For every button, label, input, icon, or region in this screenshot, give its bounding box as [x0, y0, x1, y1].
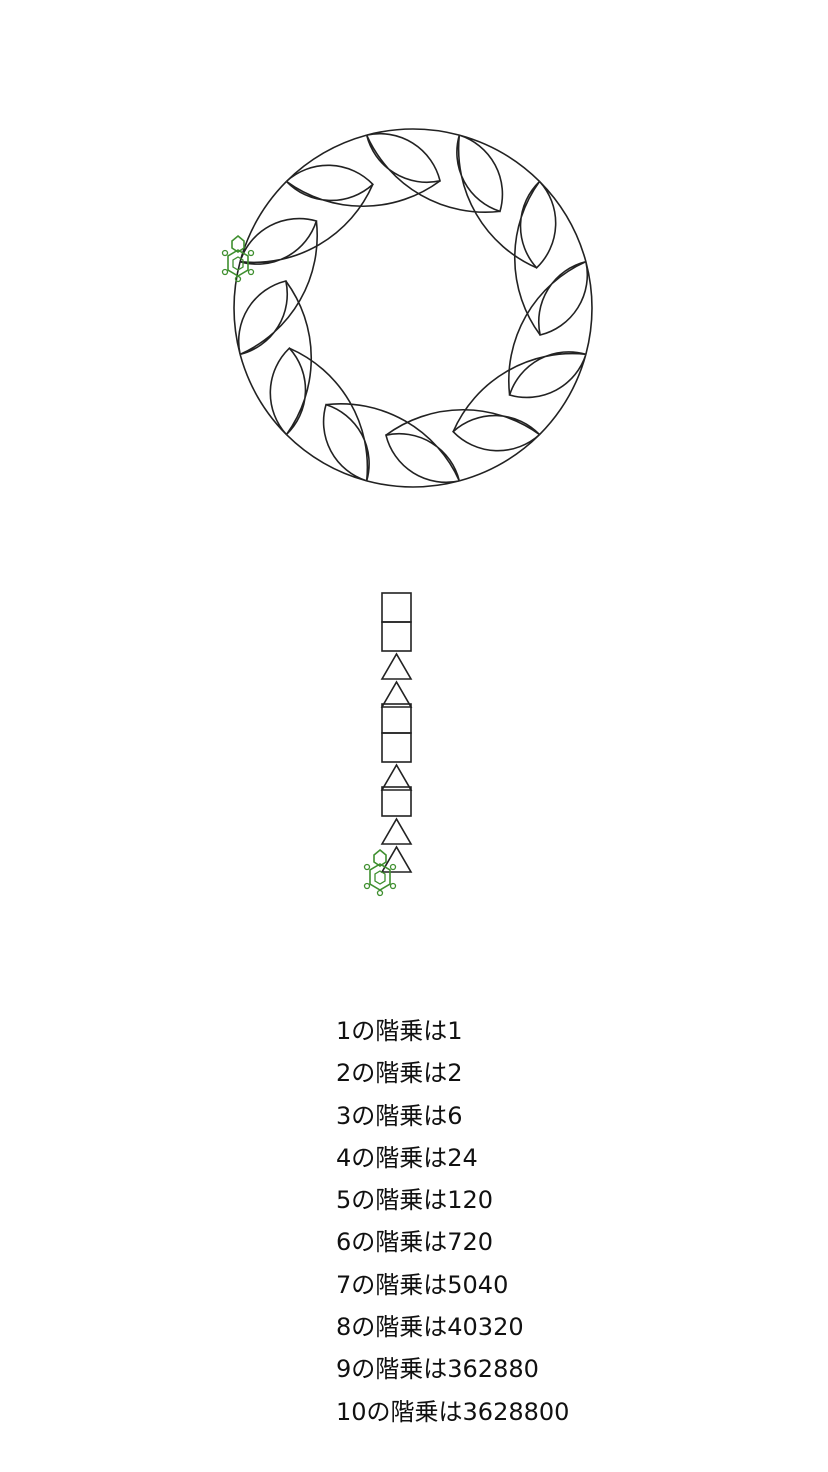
output-line: 9の階乗は362880	[336, 1355, 539, 1384]
triangle-shape	[380, 817, 413, 845]
square-shape	[381, 786, 412, 817]
output-line: 3の階乗は6	[336, 1101, 463, 1130]
output-line: 1の階乗は1	[336, 1017, 463, 1045]
square-shape	[381, 621, 412, 652]
turtle-leg	[247, 249, 255, 257]
turtle-leg	[389, 863, 397, 871]
turtle-leg	[389, 882, 397, 890]
output-line: 6の階乗は720	[336, 1228, 494, 1257]
output-line: 8の階乗は40320	[336, 1313, 524, 1342]
square-shape	[381, 703, 412, 734]
turtle-canvas	[221, 128, 593, 897]
square-shape	[381, 732, 412, 763]
turtle-leg	[376, 889, 384, 897]
turtle-leg	[247, 268, 255, 276]
turtle-leg	[221, 268, 229, 276]
console-output: 1の階乗は1 2の階乗は2 3の階乗は6 4の階乗は24 5の階乗は120 6の…	[336, 1010, 569, 1433]
turtle-shell	[369, 863, 391, 891]
output-line: 10の階乗は3628800	[336, 1397, 570, 1426]
output-line: 2の階乗は2	[336, 1059, 463, 1088]
output-line: 7の階乗は5040	[336, 1270, 509, 1299]
shape-column-drawing	[380, 592, 413, 873]
turtle-leg	[363, 882, 371, 890]
turtle-leg	[221, 249, 229, 257]
petal-ring-drawing	[233, 128, 593, 488]
triangle-shape	[380, 652, 413, 680]
output-line: 4の階乗は24	[336, 1143, 478, 1172]
turtle-shell-pattern	[374, 870, 386, 885]
output-line: 5の階乗は120	[336, 1186, 494, 1215]
square-shape	[381, 592, 412, 623]
turtle-leg	[363, 863, 371, 871]
